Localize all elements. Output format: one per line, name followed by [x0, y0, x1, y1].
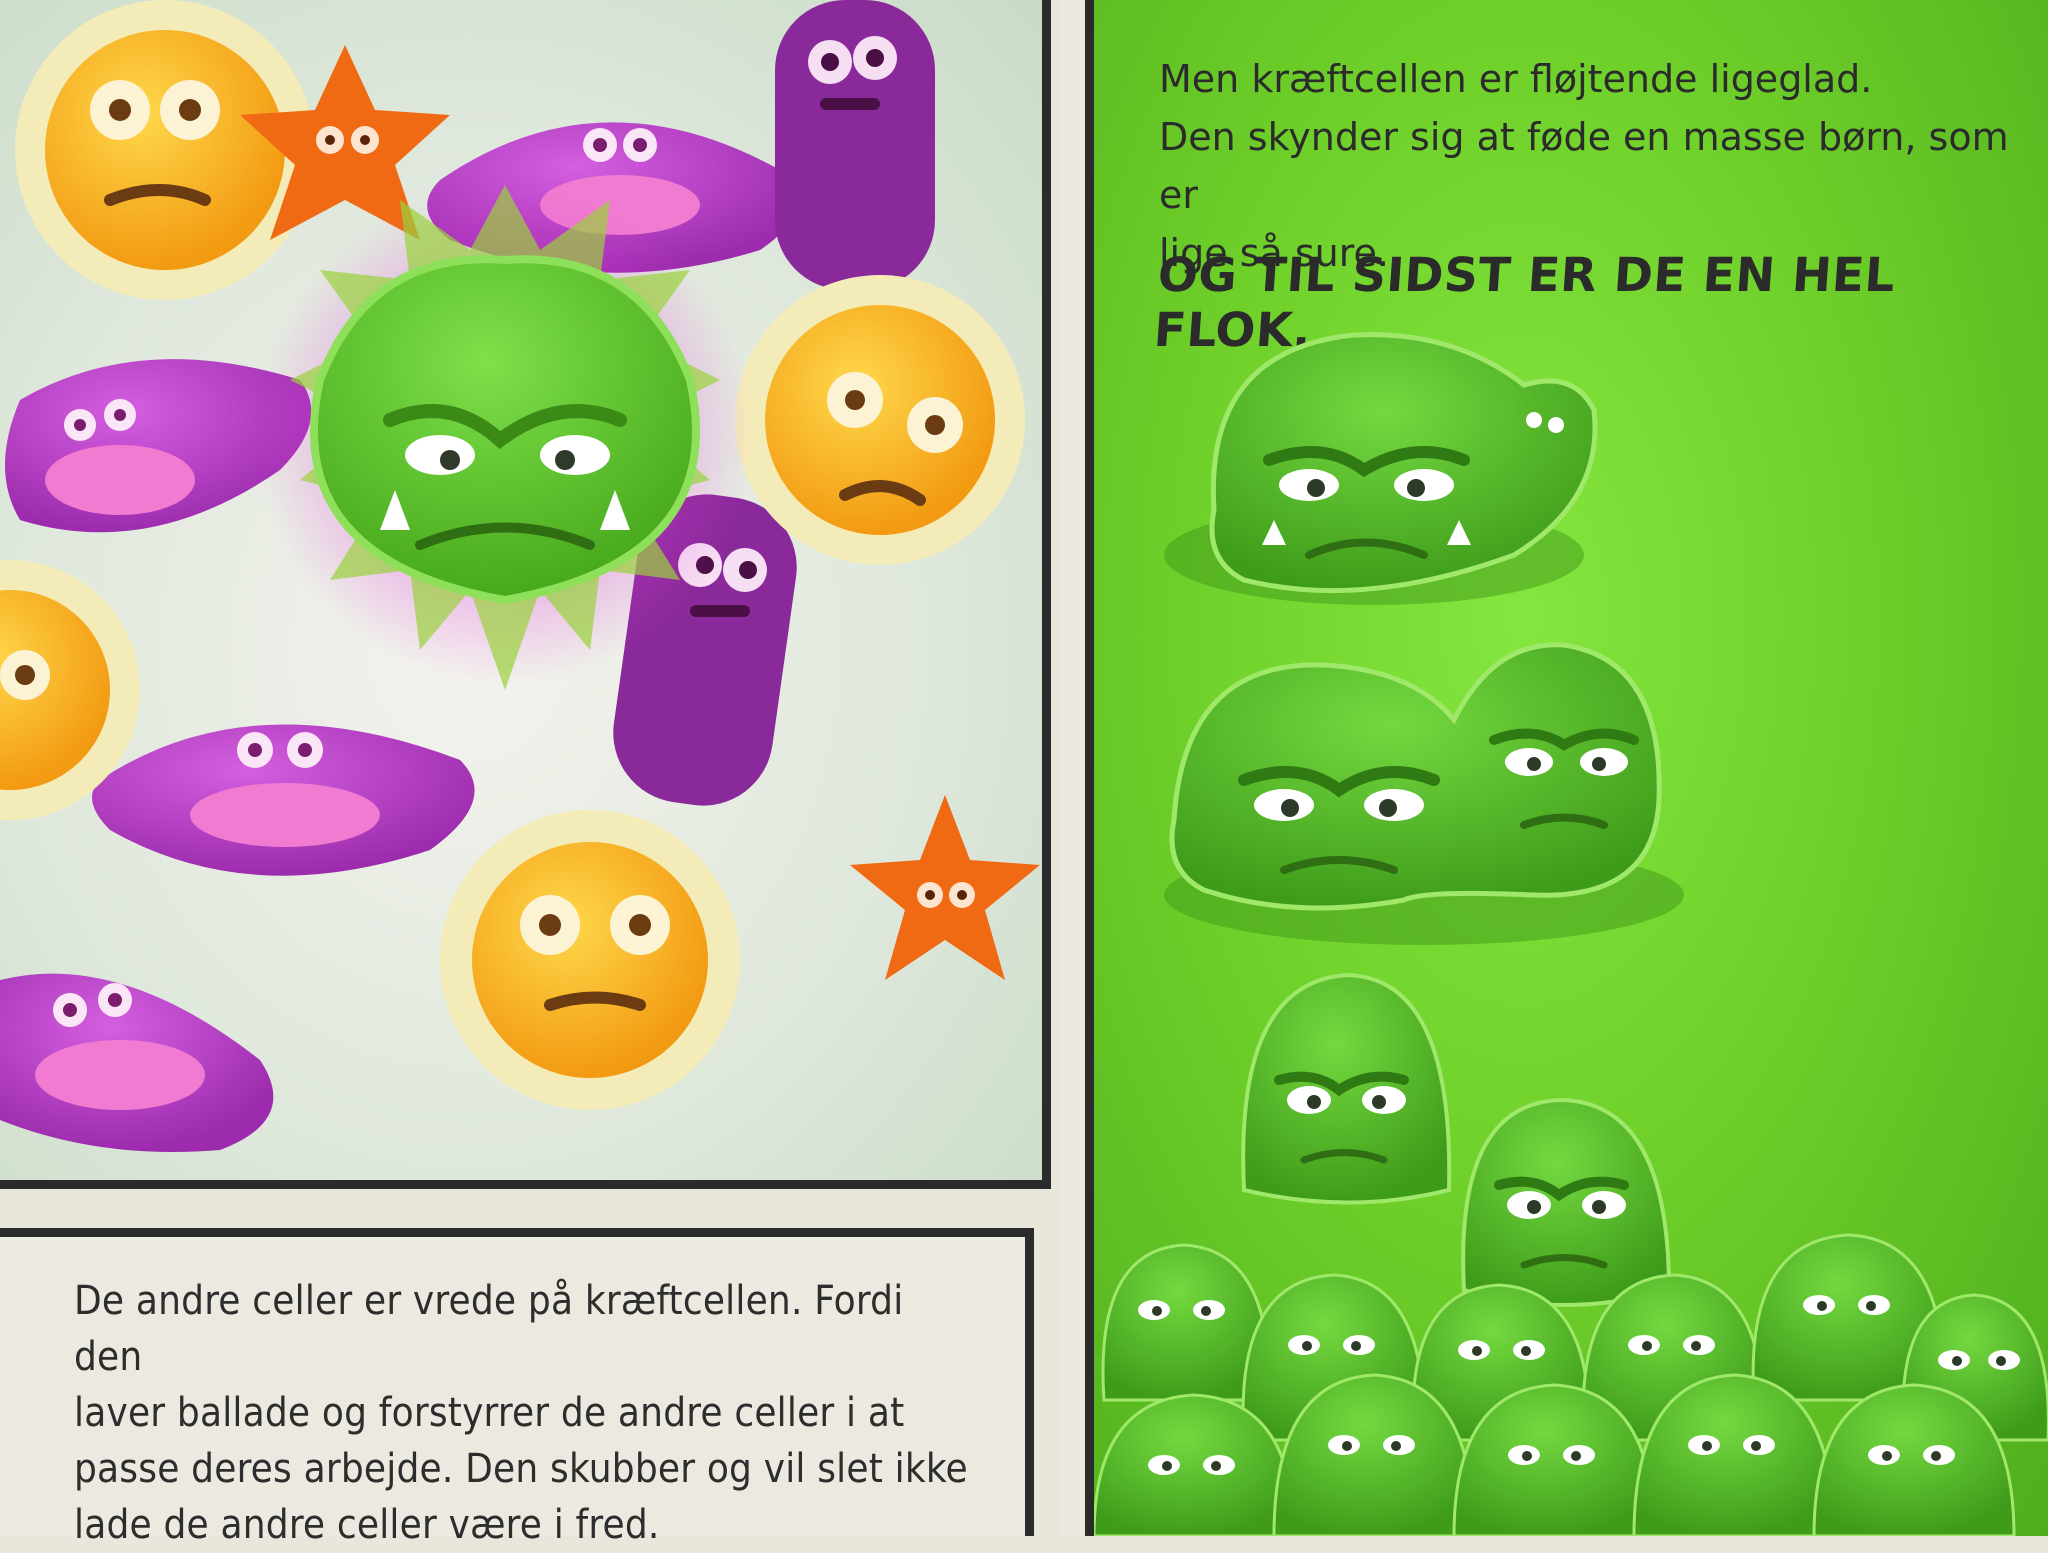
yellow-cell-icon	[440, 810, 740, 1110]
caption-line: De andre celler er vrede på kræftcellen.…	[74, 1278, 904, 1380]
left-caption-panel: De andre celler er vrede på kræftcellen.…	[0, 1228, 1034, 1548]
purple-cell-icon	[92, 724, 475, 876]
caption-line: laver ballade og forstyrrer de andre cel…	[74, 1390, 905, 1436]
cancer-cells-illustration	[1094, 332, 2048, 1536]
caption-line: passe deres arbejde. Den skubber og vil …	[74, 1446, 968, 1492]
yellow-cell-icon	[15, 0, 315, 300]
cells-scene-panel	[0, 0, 1051, 1189]
panel-gutter	[1060, 0, 1085, 1536]
purple-cell-icon	[0, 973, 274, 1152]
cancer-cell-icon	[1164, 642, 1684, 945]
left-caption-text: De andre celler er vrede på kræftcellen.…	[74, 1273, 974, 1553]
cancer-cell-icon	[1241, 972, 1452, 1205]
yellow-cell-icon	[735, 275, 1025, 565]
cancer-cell-icon	[1461, 1097, 1672, 1307]
right-story-panel: Men kræftcellen er fløjtende ligeglad. D…	[1085, 0, 2048, 1536]
rod-cell-icon	[775, 0, 935, 290]
star-cell-icon	[850, 795, 1040, 980]
cells-illustration	[0, 0, 1040, 1152]
caption-line: lade de andre celler være i fred.	[74, 1502, 660, 1548]
cancer-cell-icon	[1164, 332, 1598, 605]
